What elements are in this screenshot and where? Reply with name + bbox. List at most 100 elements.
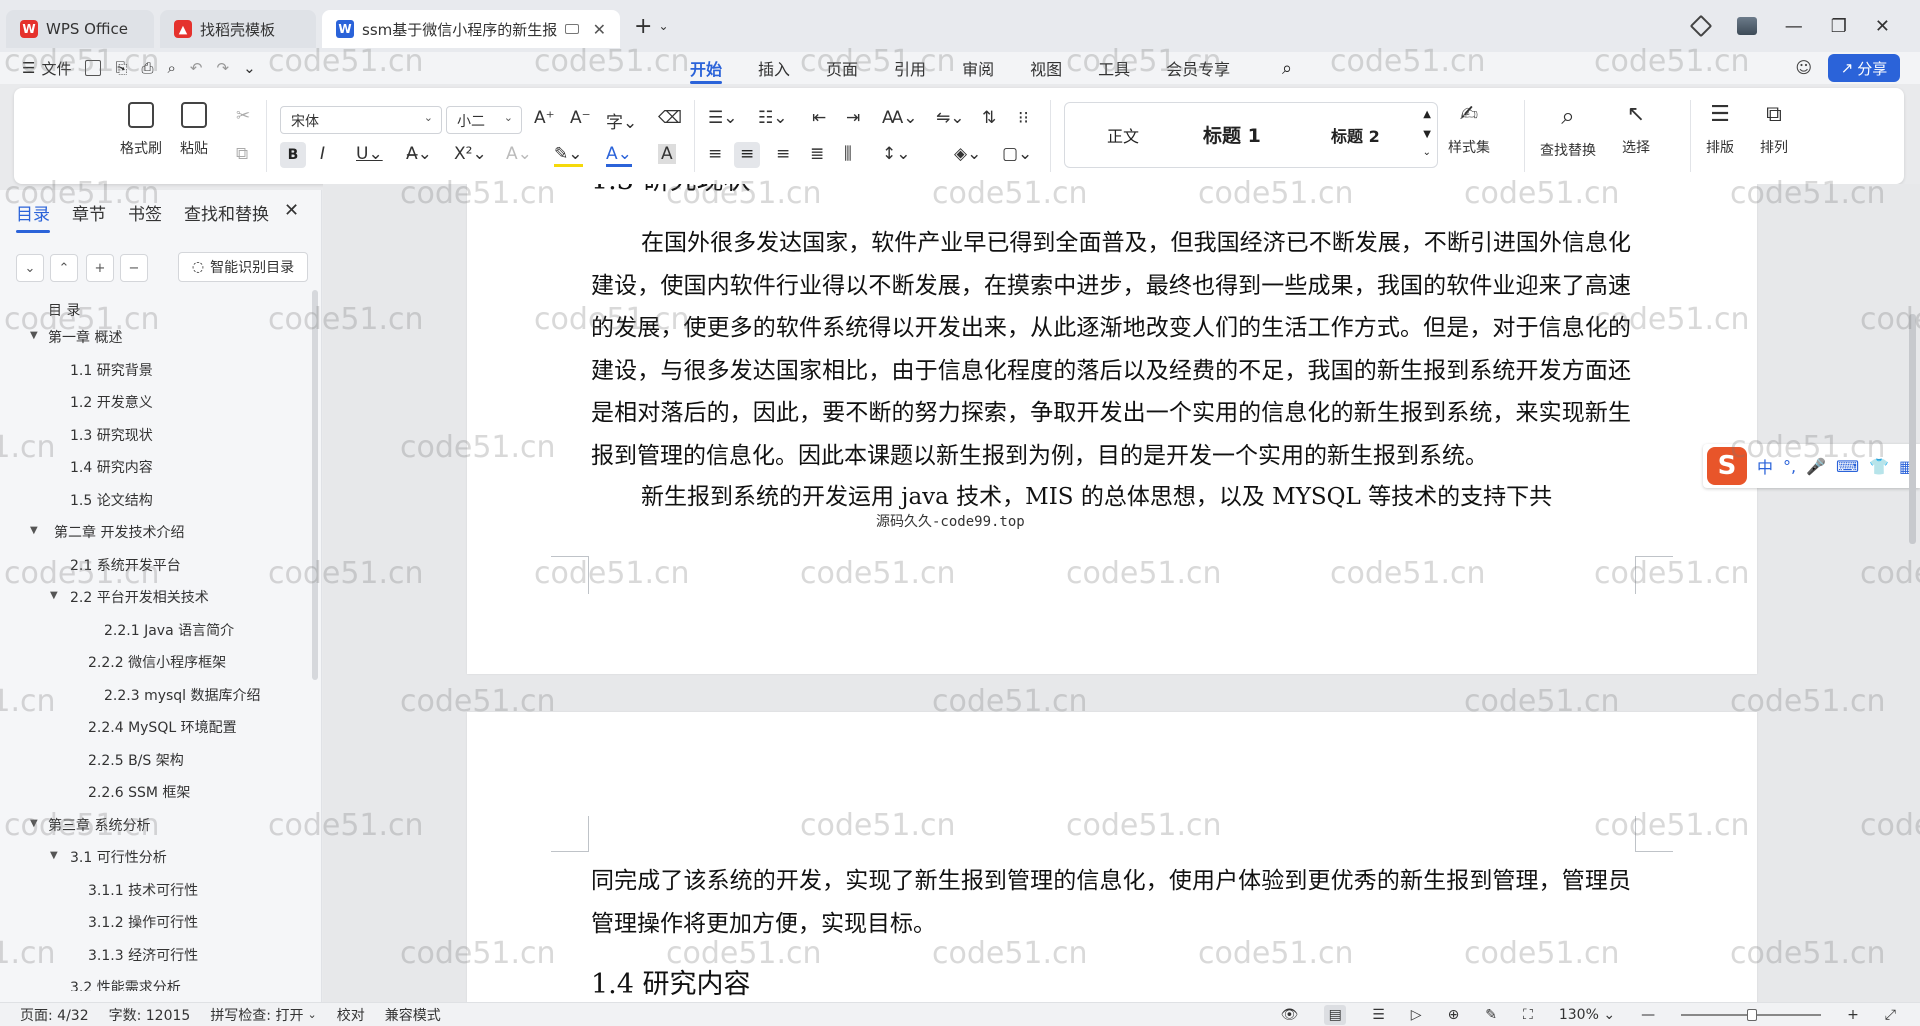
zoom-slider[interactable] [1681, 1009, 1822, 1021]
proofread-button[interactable]: 校对 [337, 1005, 365, 1025]
clear-format-icon[interactable]: ⌫ [658, 108, 682, 128]
toc-item[interactable]: 2.2.6 SSM 框架 [88, 782, 190, 802]
justify-icon[interactable]: ≣ [810, 144, 824, 164]
shading-icon[interactable]: ◈⌄ [954, 144, 981, 164]
smart-toc-button[interactable]: ◌ 智能识别目录 [178, 252, 308, 282]
toc-item[interactable]: 第二章 开发技术介绍 [54, 522, 184, 542]
strikethrough-button[interactable]: A̶⌄ [406, 144, 432, 164]
tab-review[interactable]: 审阅 [944, 52, 1012, 84]
page-indicator[interactable]: 页面: 4/32 [20, 1005, 89, 1025]
toc-item[interactable]: 第三章 系统分析 [48, 815, 150, 835]
zoom-in-icon[interactable]: + [1847, 1007, 1859, 1023]
highlight-button[interactable]: ✎⌄ [554, 144, 583, 167]
tab-home[interactable]: 开始 [672, 52, 740, 84]
font-name-select[interactable]: 宋体 ⌄ [280, 106, 442, 134]
document-canvas[interactable]: 1.3 研究现状 在国外很多发达国家，软件产业早已得到全面普及，但我国经济已不断… [323, 184, 1920, 1002]
text-direction-icon[interactable]: Ꜳ⌄ [882, 108, 918, 128]
more-chevron-icon[interactable]: ⌄ [243, 59, 256, 77]
page-view-icon[interactable]: ▤ [1324, 1005, 1347, 1025]
share-button[interactable]: ↗ 分享 [1828, 54, 1900, 82]
grow-font-icon[interactable]: A⁺ [534, 108, 555, 128]
tab-tools[interactable]: 工具 [1080, 52, 1148, 84]
play-icon[interactable]: ▷ [1411, 1007, 1422, 1023]
word-count[interactable]: 字数: 12015 [109, 1005, 191, 1025]
toc-item[interactable]: 2.2.1 Java 语言简介 [104, 620, 234, 640]
toc-item[interactable]: 1.4 研究内容 [70, 457, 153, 477]
toc-item[interactable]: 2.2.3 mysql 数据库介绍 [104, 685, 261, 705]
expand-arrow-icon[interactable]: ▼ [50, 590, 58, 601]
format-painter-button[interactable]: 格式刷 [120, 102, 162, 158]
save-icon[interactable] [85, 60, 102, 76]
tab-references[interactable]: 引用 [876, 52, 944, 84]
toc-item[interactable]: 2.2.4 MySQL 环境配置 [88, 717, 237, 737]
ime-lang[interactable]: 中 [1757, 454, 1773, 478]
chat-icon[interactable]: ☺ [1795, 58, 1812, 77]
tab-document[interactable]: W ssm基于微信小程序的新生报 ✕ [322, 10, 620, 48]
border-icon[interactable]: ▢⌄ [1002, 144, 1032, 164]
web-view-icon[interactable]: ⊕ [1448, 1007, 1460, 1023]
tab-view[interactable]: 视图 [1012, 52, 1080, 84]
vertical-scrollbar[interactable] [1909, 314, 1916, 544]
layout-button[interactable]: ☰ 排版 [1706, 102, 1734, 157]
italic-button[interactable]: I [320, 144, 325, 164]
line-spacing-icon[interactable]: ↕⌄ [882, 144, 911, 164]
undo-icon[interactable]: ↶ [190, 59, 203, 77]
toc-item[interactable]: 3.2 性能需求分析 [70, 977, 181, 991]
close-tab-icon[interactable]: ✕ [593, 20, 606, 39]
zoom-slider-handle[interactable] [1747, 1009, 1758, 1021]
distribute-icon[interactable]: ⫼ [844, 144, 852, 164]
expand-arrow-icon[interactable]: ▼ [30, 525, 38, 536]
show-marks-icon[interactable]: ⁝⁝ [1018, 108, 1029, 128]
bold-button[interactable]: B [280, 142, 306, 168]
toc-item[interactable]: 2.2.2 微信小程序框架 [88, 652, 226, 672]
expand-arrow-icon[interactable]: ▼ [30, 818, 38, 829]
file-menu[interactable]: 文件 [41, 58, 71, 79]
font-size-select[interactable]: 小二 ⌄ [446, 106, 522, 134]
scroll-up-icon[interactable]: ▲ [1423, 109, 1431, 120]
nav-tab-chapters[interactable]: 章节 [72, 200, 106, 225]
outline-view-icon[interactable]: ☰ [1372, 1007, 1385, 1023]
toc-item[interactable]: 第一章 概述 [48, 327, 122, 347]
ime-toolbar[interactable]: S 中 °, 🎤 ⌨ 👕 ▦ [1703, 444, 1920, 488]
print-preview-icon[interactable]: ⌕ [168, 59, 176, 77]
document-page[interactable] [467, 712, 1757, 1002]
style-set-button[interactable]: ✍ 样式集 [1448, 102, 1490, 157]
collapse-down-icon[interactable]: ⌄ [16, 254, 44, 282]
hamburger-icon[interactable]: ☰ [22, 59, 35, 77]
expand-arrow-icon[interactable]: ▼ [30, 330, 38, 341]
chevron-down-icon[interactable]: ⌄ [307, 1008, 316, 1021]
avatar[interactable] [1736, 17, 1757, 35]
tab-list-chevron-icon[interactable]: ⌄ [658, 19, 668, 33]
align-left-icon[interactable]: ≡ [708, 144, 722, 164]
increase-indent-icon[interactable]: ⇥ [846, 108, 860, 128]
sort-icon[interactable]: ⇅ [982, 108, 996, 128]
arrange-button[interactable]: ⧉ 排列 [1760, 102, 1788, 157]
find-replace-button[interactable]: ⌕ 查找替换 [1540, 102, 1596, 160]
toc-item[interactable]: 1.3 研究现状 [70, 425, 153, 445]
numbered-list-icon[interactable]: ☷⌄ [758, 108, 787, 128]
nav-tab-find[interactable]: 查找和替换 [184, 200, 269, 225]
tab-page[interactable]: 页面 [808, 52, 876, 84]
spell-check[interactable]: 拼写检查: 打开 [210, 1005, 303, 1025]
tab-insert[interactable]: 插入 [740, 52, 808, 84]
align-center-button[interactable]: ≡ [734, 142, 760, 168]
monitor-icon[interactable] [565, 24, 580, 34]
toc-item[interactable]: 1.2 开发意义 [70, 392, 153, 412]
char-shading-button[interactable]: A [658, 144, 676, 164]
restore-icon[interactable]: ❐ [1831, 16, 1847, 37]
fit-icon[interactable]: ⛶ [1523, 1007, 1533, 1023]
search-icon[interactable]: ⌕ [1282, 58, 1292, 79]
minimize-icon[interactable]: — [1785, 16, 1803, 37]
toc-item[interactable]: 3.1.2 操作可行性 [88, 912, 198, 932]
bullet-list-icon[interactable]: ☰⌄ [708, 108, 737, 128]
cut-icon[interactable]: ✂ [236, 106, 250, 126]
nav-tab-bookmarks[interactable]: 书签 [128, 200, 162, 225]
add-heading-icon[interactable]: + [86, 254, 114, 282]
expand-arrow-icon[interactable]: ▼ [50, 850, 58, 861]
pen-icon[interactable]: ✎ [1485, 1007, 1497, 1023]
tab-member[interactable]: 会员专享 [1148, 52, 1248, 84]
shrink-font-icon[interactable]: A⁻ [570, 108, 591, 128]
export-icon[interactable]: ⎘ [115, 59, 127, 77]
toc-item[interactable]: 3.1.1 技术可行性 [88, 880, 198, 900]
toc-item[interactable]: 1.1 研究背景 [70, 360, 153, 380]
